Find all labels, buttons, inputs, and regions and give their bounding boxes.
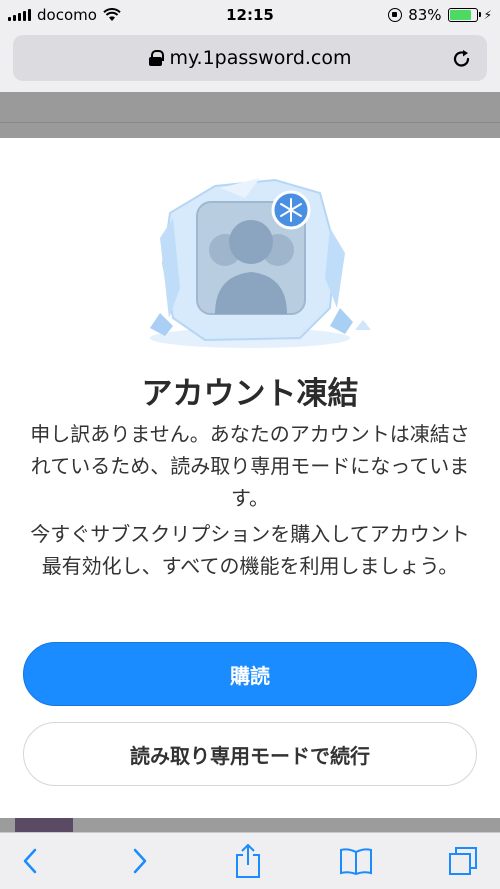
account-frozen-modal: アカウント凍結 申し訳ありません。あなたのアカウントは凍結されているため、読み取… xyxy=(0,138,500,818)
frozen-account-illustration xyxy=(150,178,371,348)
status-left: docomo xyxy=(8,6,178,24)
clock: 12:15 xyxy=(226,6,274,24)
url-text: my.1password.com xyxy=(169,47,352,69)
status-right: 83% ⚡ xyxy=(322,6,492,24)
frozen-message: 申し訳ありません。あなたのアカウントは凍結されているため、読み取り専用モードにな… xyxy=(30,422,470,510)
reload-icon[interactable] xyxy=(451,48,473,70)
forward-icon[interactable] xyxy=(120,843,160,879)
browser-url-area: my.1password.com xyxy=(0,30,500,92)
signal-bars-icon xyxy=(8,9,31,21)
modal-title: アカウント凍結 xyxy=(141,376,359,412)
status-bar: docomo 12:15 83% ⚡ xyxy=(0,0,500,30)
share-icon[interactable] xyxy=(228,843,268,879)
back-icon[interactable] xyxy=(10,843,50,879)
tabs-icon[interactable] xyxy=(443,843,483,879)
dimmed-page-bottom xyxy=(0,818,500,832)
subscribe-message: 今すぐサブスクリプションを購入してアカウント最有効化し、すべての機能を利用しまし… xyxy=(30,522,470,578)
wifi-icon xyxy=(103,8,121,21)
battery-percent: 83% xyxy=(408,6,442,24)
rotation-lock-icon xyxy=(388,8,403,22)
carrier-label: docomo xyxy=(37,6,97,24)
continue-read-only-button[interactable]: 読み取り専用モードで続行 xyxy=(23,722,477,786)
browser-toolbar xyxy=(0,832,500,889)
lock-icon xyxy=(148,50,164,66)
bookmarks-icon[interactable] xyxy=(336,843,376,879)
battery-level xyxy=(449,10,472,20)
subscribe-button[interactable]: 購読 xyxy=(23,642,477,706)
battery-icon xyxy=(447,8,481,22)
url-bar[interactable]: my.1password.com xyxy=(13,35,487,81)
dimmed-page-background xyxy=(0,92,500,144)
charging-icon: ⚡ xyxy=(483,8,492,22)
